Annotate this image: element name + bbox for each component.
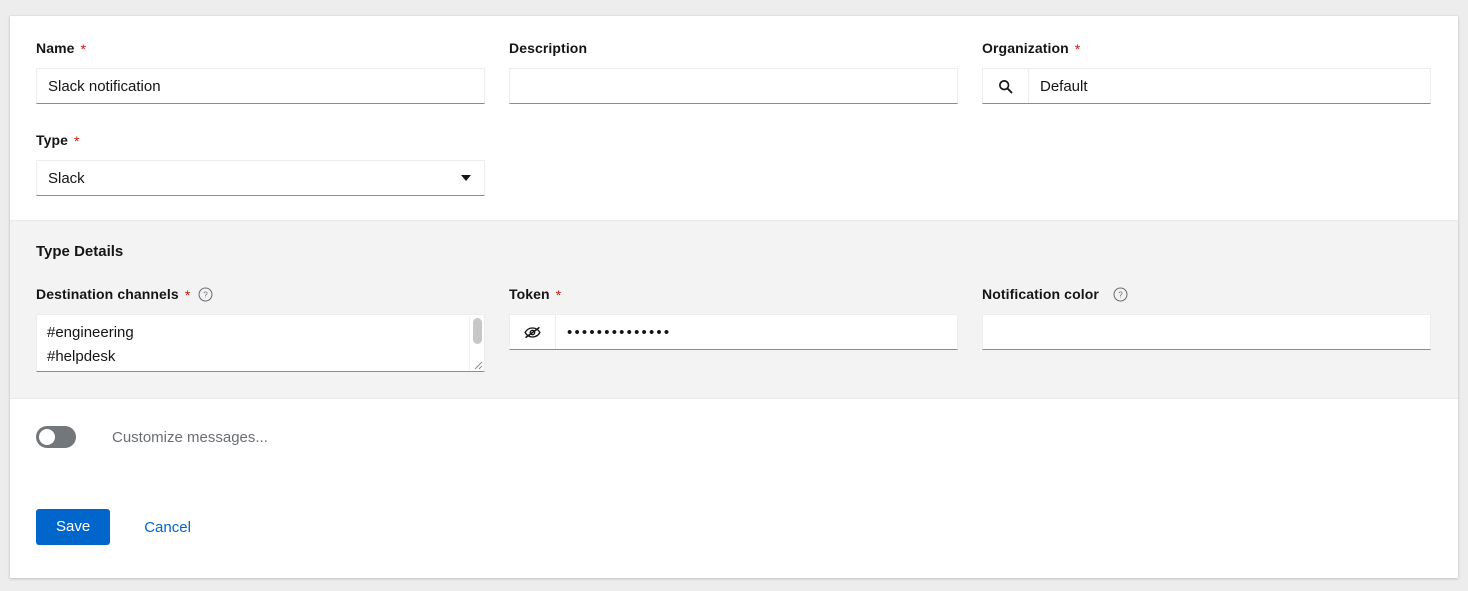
field-type: Type * Slack: [36, 130, 485, 196]
search-icon[interactable]: [983, 69, 1029, 103]
organization-input-group: Default: [982, 68, 1431, 104]
token-input-group: ••••••••••••••: [509, 314, 958, 350]
type-required-marker: *: [74, 134, 79, 148]
form-actions: Save Cancel: [10, 509, 1458, 545]
svg-text:?: ?: [204, 290, 209, 299]
destination-channels-label: Destination channels: [36, 284, 179, 304]
cancel-button[interactable]: Cancel: [136, 509, 199, 545]
general-fields-section: Name * Slack notification Type * Slack: [10, 16, 1458, 220]
organization-input[interactable]: Default: [1029, 69, 1430, 103]
organization-required-marker: *: [1075, 42, 1080, 56]
destination-channels-textarea[interactable]: #engineering #helpdesk: [36, 314, 485, 372]
organization-label: Organization: [982, 38, 1069, 58]
chevron-down-icon: [461, 175, 471, 181]
token-input[interactable]: ••••••••••••••: [556, 315, 957, 349]
bottom-section: Customize messages... Save Cancel: [10, 399, 1458, 545]
save-button[interactable]: Save: [36, 509, 110, 545]
notification-color-input[interactable]: [982, 314, 1431, 350]
help-circle-icon[interactable]: ?: [198, 287, 213, 302]
form-card: Name * Slack notification Type * Slack: [10, 16, 1458, 578]
customize-messages-row: Customize messages...: [10, 423, 1458, 451]
field-description: Description: [509, 38, 958, 104]
destination-channels-required-marker: *: [185, 288, 190, 302]
destination-channels-value: #engineering #helpdesk: [37, 315, 468, 371]
help-circle-icon[interactable]: ?: [1113, 287, 1128, 302]
column-left: Name * Slack notification Type * Slack: [36, 38, 485, 196]
column-right: Organization * Default: [982, 38, 1431, 196]
customize-messages-toggle[interactable]: [36, 426, 76, 448]
field-token: Token *: [509, 284, 958, 350]
token-masked-value: ••••••••••••••: [567, 325, 671, 340]
resize-grip-icon[interactable]: [470, 357, 483, 370]
description-label-row: Description: [509, 38, 958, 58]
field-notification-color: Notification color ?: [982, 284, 1431, 350]
organization-label-row: Organization *: [982, 38, 1431, 58]
field-name: Name * Slack notification: [36, 38, 485, 104]
notification-color-label: Notification color: [982, 284, 1099, 304]
eye-slash-icon[interactable]: [510, 315, 556, 349]
name-input[interactable]: Slack notification: [36, 68, 485, 104]
name-label-row: Name *: [36, 38, 485, 58]
token-label: Token: [509, 284, 550, 304]
column-notification-color: Notification color ?: [982, 284, 1431, 372]
description-label: Description: [509, 38, 587, 58]
field-organization: Organization * Default: [982, 38, 1431, 104]
token-label-row: Token *: [509, 284, 958, 304]
textarea-scrollbar-thumb[interactable]: [473, 318, 482, 344]
column-middle: Description: [509, 38, 958, 196]
name-label: Name: [36, 38, 75, 58]
type-select[interactable]: Slack: [36, 160, 485, 196]
column-token: Token *: [509, 284, 958, 372]
type-details-heading: Type Details: [36, 243, 1432, 260]
type-label: Type: [36, 130, 68, 150]
column-destination-channels: Destination channels * ? #engineering #h…: [36, 284, 485, 372]
type-details-grid: Destination channels * ? #engineering #h…: [10, 284, 1458, 372]
description-input[interactable]: [509, 68, 958, 104]
name-required-marker: *: [81, 42, 86, 56]
type-details-section: Type Details Destination channels * ?: [10, 220, 1458, 399]
svg-text:?: ?: [1118, 290, 1123, 299]
token-required-marker: *: [556, 288, 561, 302]
toggle-knob: [39, 429, 55, 445]
field-destination-channels: Destination channels * ? #engineering #h…: [36, 284, 485, 372]
type-select-value: Slack: [48, 170, 85, 187]
destination-channels-label-row: Destination channels * ?: [36, 284, 485, 304]
notification-template-form-page: Name * Slack notification Type * Slack: [0, 0, 1468, 591]
customize-messages-label: Customize messages...: [112, 429, 268, 446]
general-fields-grid: Name * Slack notification Type * Slack: [10, 38, 1458, 196]
type-label-row: Type *: [36, 130, 485, 150]
notification-color-label-row: Notification color ?: [982, 284, 1431, 304]
